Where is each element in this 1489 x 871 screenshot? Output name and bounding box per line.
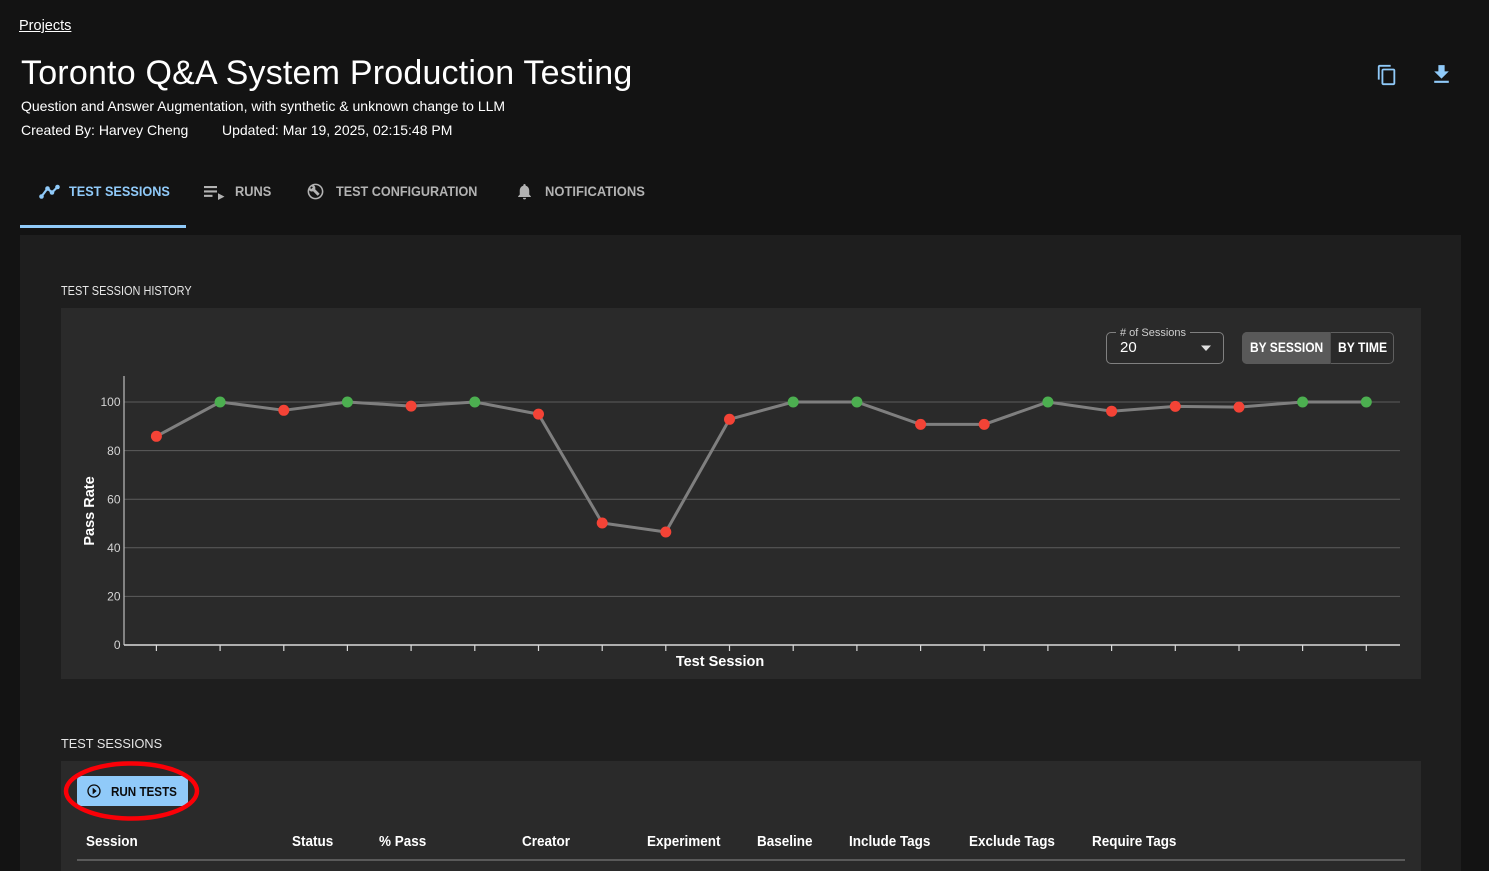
svg-text:0: 0 [114,638,121,652]
svg-text:60: 60 [107,492,121,506]
svg-text:40: 40 [107,541,121,555]
svg-text:20: 20 [107,590,121,604]
svg-text:Pass Rate: Pass Rate [82,476,98,545]
svg-text:100: 100 [100,395,120,409]
svg-text:Test Session: Test Session [676,654,764,670]
svg-text:80: 80 [107,444,121,458]
